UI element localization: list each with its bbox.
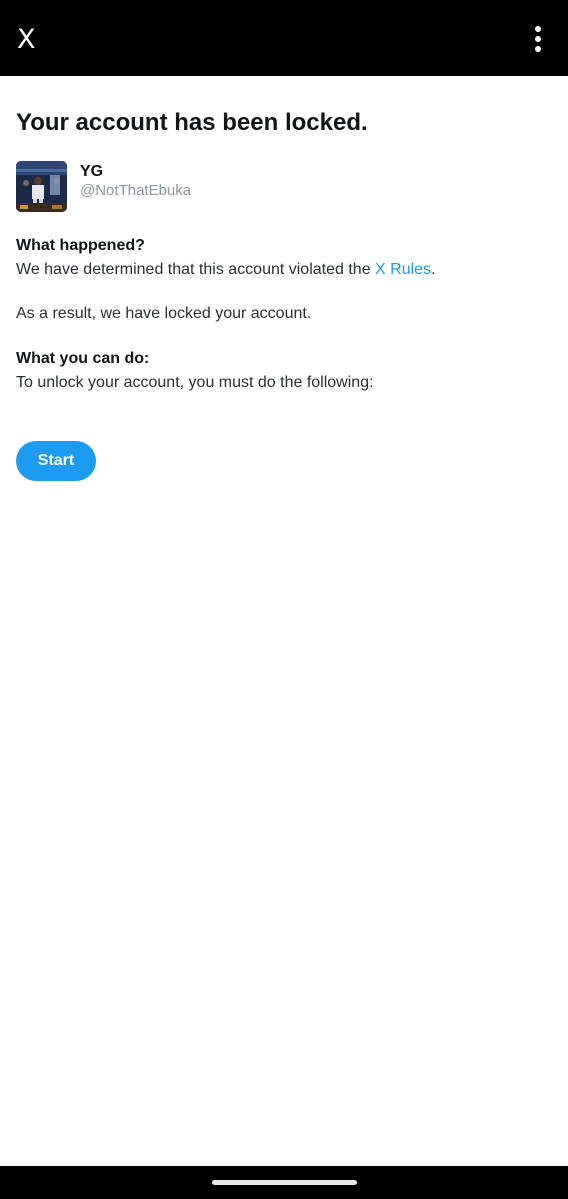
- close-icon[interactable]: X: [17, 22, 41, 58]
- what-you-can-do-text: To unlock your account, you must do the …: [16, 374, 374, 391]
- more-vertical-icon[interactable]: [528, 22, 548, 56]
- what-happened-heading: What happened?: [16, 237, 145, 254]
- avatar-image: [16, 161, 67, 212]
- top-app-bar: X: [0, 0, 568, 76]
- x-rules-link[interactable]: X Rules: [375, 261, 431, 278]
- home-indicator[interactable]: [212, 1180, 357, 1185]
- account-name: YG: [80, 163, 104, 180]
- avatar: [16, 161, 67, 212]
- what-happened-text-start: We have determined that this account vio…: [16, 261, 376, 278]
- start-button[interactable]: Start: [16, 441, 96, 481]
- result-text: As a result, we have locked your account…: [16, 305, 312, 322]
- what-you-can-do-heading: What you can do:: [16, 350, 150, 367]
- page-title: Your account has been locked.: [16, 109, 368, 136]
- what-happened-text: We have determined that this account vio…: [16, 259, 436, 281]
- navigation-bar: [0, 1166, 568, 1199]
- account-handle: @NotThatEbuka: [80, 182, 192, 199]
- what-happened-text-end: .: [431, 261, 436, 278]
